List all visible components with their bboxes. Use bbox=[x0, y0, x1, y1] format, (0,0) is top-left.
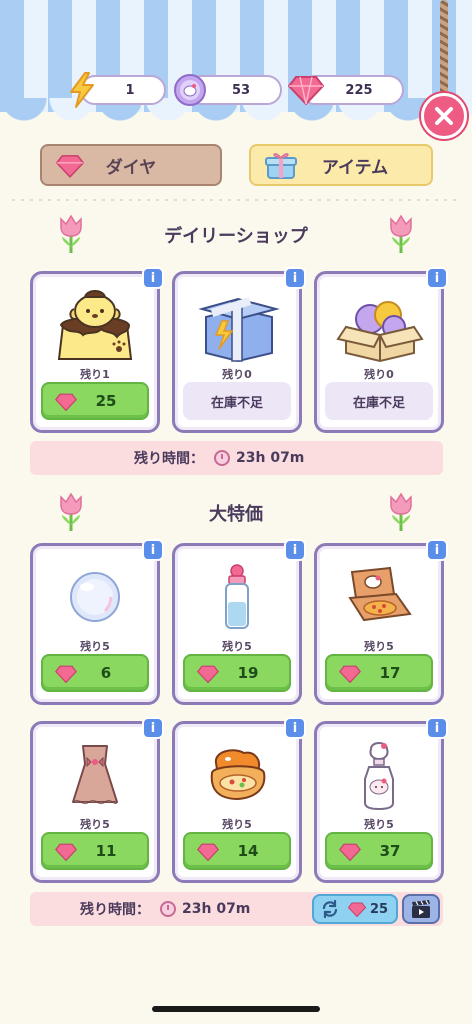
home-indicator bbox=[152, 1006, 320, 1012]
close-button[interactable] bbox=[421, 93, 467, 139]
refresh-price: 25 bbox=[370, 901, 389, 917]
refresh-button[interactable]: 25 bbox=[312, 894, 398, 924]
price-value: 37 bbox=[379, 842, 401, 860]
gem-icon bbox=[339, 665, 361, 683]
remaining-count: 残り5 bbox=[364, 818, 394, 831]
tab-label: アイテム bbox=[321, 157, 389, 178]
diamond-value: 225 bbox=[345, 82, 373, 98]
coin-value: 53 bbox=[231, 82, 251, 98]
gem-icon bbox=[339, 843, 361, 861]
tulip-icon bbox=[56, 213, 86, 255]
gem-icon bbox=[348, 902, 366, 917]
remaining-count: 残り5 bbox=[364, 640, 394, 653]
pizza-box-icon bbox=[317, 554, 441, 640]
gem-icon bbox=[56, 155, 84, 178]
remaining-count: 残り5 bbox=[222, 640, 252, 653]
tulip-icon bbox=[386, 213, 416, 255]
watch-ad-button[interactable] bbox=[402, 894, 440, 924]
gem-icon bbox=[286, 70, 326, 110]
tulip-icon bbox=[56, 491, 86, 533]
offer-item-card[interactable]: i 残り5 14 bbox=[172, 717, 306, 883]
tulip-icon bbox=[386, 491, 416, 533]
divider bbox=[12, 199, 460, 201]
clock-icon bbox=[214, 450, 230, 466]
daily-item-card[interactable]: i 残り1 25 bbox=[30, 267, 164, 433]
gem-icon bbox=[197, 843, 219, 861]
offer-item-card[interactable]: i 残り5 6 bbox=[30, 539, 164, 705]
buy-button[interactable]: 25 bbox=[41, 382, 149, 420]
price-value: 17 bbox=[379, 664, 401, 682]
price-value: 19 bbox=[237, 664, 259, 682]
price-value: 11 bbox=[95, 842, 117, 860]
price-value: 14 bbox=[237, 842, 259, 860]
bubble-icon bbox=[33, 554, 157, 640]
out-of-stock-label: 在庫不足 bbox=[183, 382, 291, 420]
buy-button[interactable]: 19 bbox=[183, 654, 291, 692]
remaining-count: 残り5 bbox=[222, 818, 252, 831]
timer-value: 23h 07m bbox=[182, 901, 251, 917]
clock-icon bbox=[160, 901, 176, 917]
blue-gift-box-icon bbox=[175, 282, 299, 368]
tab-item[interactable]: アイテム bbox=[249, 144, 433, 186]
daily-item-card[interactable]: i 残り0 在庫不足 bbox=[172, 267, 306, 433]
milk-bottle-icon bbox=[175, 554, 299, 640]
hello-kitty-bottle-icon bbox=[317, 732, 441, 818]
buy-button[interactable]: 37 bbox=[325, 832, 433, 870]
close-icon bbox=[435, 107, 453, 125]
offer-timer: 残り時間： 23h 07m bbox=[80, 892, 250, 926]
daily-timer-bar: 残り時間： 23h 07m bbox=[30, 441, 443, 475]
timer-label: 残り時間： bbox=[134, 451, 204, 467]
buy-button[interactable]: 14 bbox=[183, 832, 291, 870]
pink-dress-icon bbox=[33, 732, 157, 818]
pompompurin-pudding-icon bbox=[33, 282, 157, 368]
coin-box-icon bbox=[317, 282, 441, 368]
tab-label: ダイヤ bbox=[105, 157, 157, 178]
remaining-count: 残り0 bbox=[222, 368, 252, 381]
timer-value: 23h 07m bbox=[236, 450, 305, 466]
refresh-icon bbox=[322, 899, 338, 919]
offer-item-card[interactable]: i 残り5 11 bbox=[30, 717, 164, 883]
remaining-count: 残り1 bbox=[80, 368, 110, 381]
buy-button[interactable]: 11 bbox=[41, 832, 149, 870]
buy-button[interactable]: 6 bbox=[41, 654, 149, 692]
shop-awning bbox=[0, 0, 472, 132]
offer-item-card[interactable]: i 残り5 37 bbox=[314, 717, 448, 883]
remaining-count: 残り5 bbox=[80, 818, 110, 831]
coin-icon bbox=[170, 70, 210, 110]
gem-icon bbox=[55, 393, 77, 411]
offer-item-card[interactable]: i 残り5 17 bbox=[314, 539, 448, 705]
bread-icon bbox=[175, 732, 299, 818]
timer-label: 残り時間： bbox=[80, 902, 150, 918]
buy-button[interactable]: 17 bbox=[325, 654, 433, 692]
daily-shop-title: デイリーショップ bbox=[164, 226, 308, 247]
remaining-count: 残り0 bbox=[364, 368, 394, 381]
energy-value: 1 bbox=[125, 82, 135, 98]
daily-timer: 残り時間： 23h 07m bbox=[134, 441, 304, 475]
daily-item-card[interactable]: i 残り0 在庫不足 bbox=[314, 267, 448, 433]
gem-icon bbox=[55, 843, 77, 861]
price-value: 6 bbox=[100, 664, 112, 682]
tab-diamond[interactable]: ダイヤ bbox=[40, 144, 222, 186]
out-of-stock-label: 在庫不足 bbox=[325, 382, 433, 420]
special-offer-title: 大特価 bbox=[209, 504, 263, 525]
gem-icon bbox=[55, 665, 77, 683]
gem-icon bbox=[197, 665, 219, 683]
remaining-count: 残り5 bbox=[80, 640, 110, 653]
clapperboard-icon bbox=[412, 900, 430, 918]
rope-decoration bbox=[440, 0, 448, 96]
lightning-icon bbox=[62, 70, 102, 110]
offer-item-card[interactable]: i 残り5 19 bbox=[172, 539, 306, 705]
gift-icon bbox=[265, 153, 297, 179]
price-value: 25 bbox=[95, 392, 117, 410]
